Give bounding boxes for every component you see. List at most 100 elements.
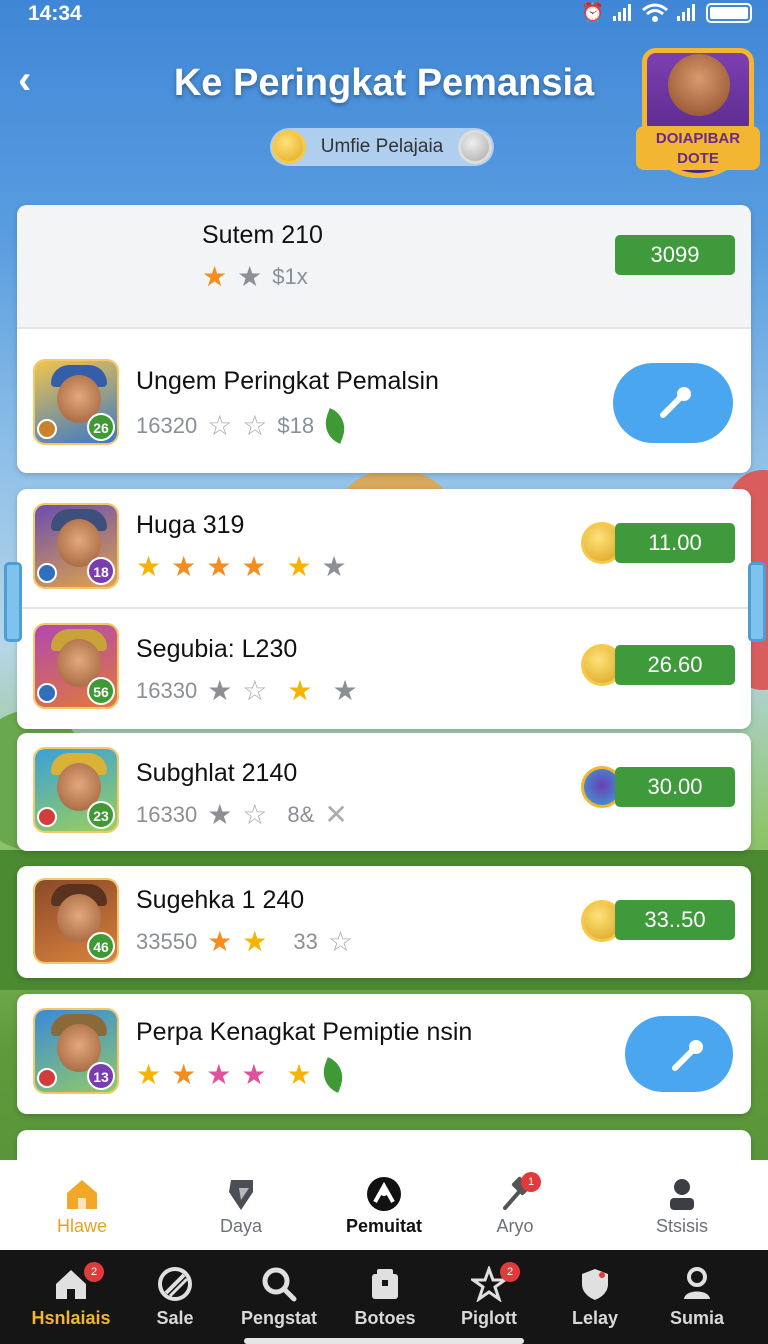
star-icon: ★ (286, 551, 312, 582)
score-badge: 26.60 (615, 645, 735, 685)
tab-stsisis[interactable]: Stsisis (622, 1160, 742, 1250)
tool-button[interactable] (625, 1016, 733, 1092)
tab-home[interactable]: Hlawe (22, 1160, 142, 1250)
nav-piglott[interactable]: 2 Piglott (436, 1250, 542, 1344)
home-icon (67, 1180, 97, 1209)
player-extra: 33 (293, 929, 318, 954)
tab-label: Aryo (496, 1216, 534, 1236)
list-item[interactable]: 13 Perpa Kenagkat Pemiptie nsin ★ ★ ★ ★ … (17, 994, 751, 1114)
home-indicator[interactable] (244, 1338, 524, 1344)
player-meta: ★ ★ ★ ★ ★ ★ (136, 553, 347, 581)
gem-icon (229, 1180, 253, 1210)
star-outline-icon: ☆ (242, 410, 268, 441)
alarm-icon: ⏰ (581, 2, 604, 22)
star-outline-icon: ☆ (242, 675, 268, 706)
nav-label: Piglott (461, 1308, 517, 1328)
player-stat: 16330 (136, 678, 198, 703)
player-name: Sugehka 1 240 (136, 886, 305, 914)
star-icon: ★ (206, 551, 232, 582)
shield-icon (582, 1269, 608, 1300)
nav-label: Lelay (571, 1308, 619, 1328)
scroll-handle-right[interactable] (748, 562, 766, 642)
nav-sale[interactable]: Sale (122, 1250, 228, 1344)
nav-label: Botoes (354, 1308, 416, 1328)
list-item[interactable]: 23 Subghlat 2140 16330 ★ ☆ 8& ✕ 30.00 (17, 733, 751, 851)
tab-bar: Hlawe Daya Pemuitat 1 Aryo Stsisis (0, 1160, 768, 1250)
star-icon: ★ (202, 261, 228, 292)
list-item[interactable]: 18 Huga 319 ★ ★ ★ ★ ★ ★ 11.00 (17, 489, 751, 607)
tab-label: Pemuitat (345, 1216, 423, 1236)
search-icon (262, 1267, 297, 1302)
player-stat: 16330 (136, 802, 198, 827)
star-icon: ★ (241, 551, 267, 582)
nav-pengstat[interactable]: Pengstat (226, 1250, 332, 1344)
tab-pemuitat[interactable]: Pemuitat (324, 1160, 444, 1250)
avatar: 18 (33, 503, 119, 589)
status-bar: 14:34 ⏰ (0, 0, 768, 28)
tab-label: Hlawe (56, 1216, 108, 1236)
star-icon: ★ (241, 1059, 267, 1090)
nav-home[interactable]: 2 Hsnlaiais (18, 1250, 124, 1344)
list-item[interactable]: 46 Sugehka 1 240 33550 ★ ★ 33 ☆ 33..50 (17, 866, 751, 978)
nav-botoes[interactable]: Botoes (332, 1250, 438, 1344)
player-name: Sutem 210 (202, 221, 323, 249)
player-meta: 33550 ★ ★ 33 ☆ (136, 928, 353, 956)
wrench-icon (672, 1040, 703, 1071)
star-outline-icon: ☆ (207, 410, 233, 441)
tab-label: Stsisis (655, 1216, 708, 1236)
nav-lelay[interactable]: Lelay (542, 1250, 648, 1344)
coin-icon (272, 130, 306, 164)
star-icon: ★ (136, 1059, 162, 1090)
star-icon: ★ (171, 551, 197, 582)
tab-daya[interactable]: Daya (181, 1160, 301, 1250)
list-item[interactable]: 26 Ungem Peringkat Pemalsin 16320 ☆ ☆ $1… (17, 329, 751, 473)
tool-button[interactable] (613, 363, 733, 443)
star-icon: ★ (237, 261, 263, 292)
level-badge: 23 (87, 801, 115, 829)
wifi-icon (642, 3, 668, 22)
ranking-icon (367, 1177, 401, 1211)
player-stat: 33550 (136, 929, 198, 954)
player-name: Subghlat 2140 (136, 759, 298, 787)
star-icon: ★ (207, 799, 233, 830)
list-item[interactable]: 56 Segubia: L230 16330 ★ ☆ ★ ★ 26.60 (17, 609, 751, 729)
leaderboard-card: 13 Perpa Kenagkat Pemiptie nsin ★ ★ ★ ★ … (17, 994, 751, 1114)
notification-badge: 2 (84, 1262, 104, 1282)
avatar: 13 (33, 1008, 119, 1094)
scroll-handle-left[interactable] (4, 562, 22, 642)
player-stat: 16320 (136, 413, 198, 438)
player-stat: $1x (272, 264, 308, 289)
star-icon: ★ (206, 1059, 232, 1090)
game-logo-badge: DOIAPIBAR DOTE (636, 42, 760, 188)
player-name: Segubia: L230 (136, 635, 298, 663)
badge-text: DOIAPIBAR DOTE (636, 126, 760, 170)
status-time: 14:34 (28, 2, 82, 25)
player-meta: 16330 ★ ☆ 8& ✕ (136, 801, 348, 829)
avatar: 23 (33, 747, 119, 833)
score-badge: 11.00 (615, 523, 735, 563)
leaderboard-card: 18 Huga 319 ★ ★ ★ ★ ★ ★ 11.00 56 Segubia… (17, 489, 751, 729)
star-icon: ★ (286, 1059, 312, 1090)
score-badge: 30.00 (615, 767, 735, 807)
wrench-icon (660, 387, 691, 418)
avatar: 26 (33, 359, 119, 445)
star-outline-icon: ☆ (242, 799, 268, 830)
level-badge: 13 (87, 1062, 115, 1090)
signal-icon-2 (677, 3, 695, 21)
league-pill[interactable]: Umfie Pelajaia (270, 128, 494, 166)
nav-sumia[interactable]: Sumia (644, 1250, 750, 1344)
user-icon (684, 1267, 710, 1299)
nav-label: Sumia (669, 1308, 725, 1328)
player-meta: 16330 ★ ☆ ★ ★ (136, 677, 358, 705)
level-badge: 18 (87, 557, 115, 585)
star-icon: ★ (321, 551, 347, 582)
avatar: 56 (33, 623, 119, 709)
player-name: Huga 319 (136, 511, 245, 539)
leaf-icon (319, 408, 351, 444)
player-name: Ungem Peringkat Pemalsin (136, 367, 439, 395)
leaderboard-card: 46 Sugehka 1 240 33550 ★ ★ 33 ☆ 33..50 (17, 866, 751, 978)
tab-label: Daya (219, 1216, 263, 1236)
level-badge: 26 (87, 413, 115, 441)
tab-aryo[interactable]: 1 Aryo (455, 1160, 575, 1250)
list-item[interactable]: Sutem 210 ★ ★ $1x 3099 (17, 205, 751, 327)
